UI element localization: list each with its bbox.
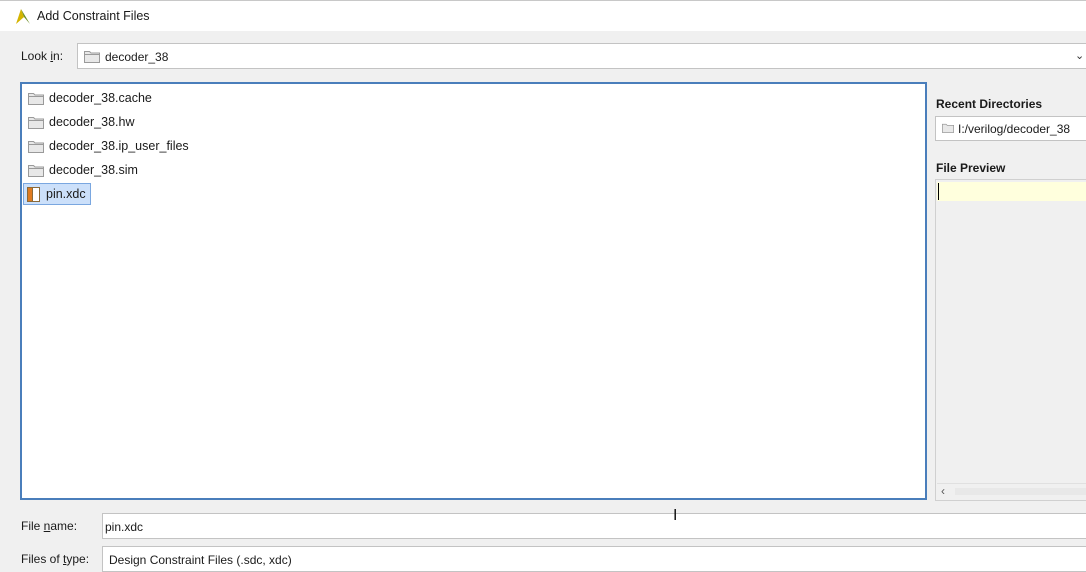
- list-item-label: decoder_38.cache: [49, 91, 152, 105]
- list-item-decoder-38-cache[interactable]: decoder_38.cache: [25, 87, 156, 109]
- folder-icon: [84, 51, 100, 63]
- folder-icon: [28, 164, 44, 177]
- chevron-down-icon[interactable]: ⌄: [1075, 49, 1084, 62]
- folder-icon: [28, 116, 44, 129]
- files-of-type-label: Files of type:: [21, 552, 90, 566]
- list-item-label: decoder_38.ip_user_files: [49, 139, 189, 153]
- scroll-left-icon[interactable]: ‹: [941, 484, 945, 498]
- list-item-decoder-38-sim[interactable]: decoder_38.sim: [25, 159, 142, 181]
- file-preview-pane[interactable]: ‹: [935, 179, 1086, 501]
- folder-icon: [942, 123, 954, 133]
- file-preview-title: File Preview: [936, 161, 1006, 175]
- list-item-label: decoder_38.hw: [49, 115, 135, 129]
- look-in-value: decoder_38: [105, 50, 169, 64]
- vivado-logo-icon: [16, 9, 30, 24]
- recent-directories-title: Recent Directories: [936, 97, 1043, 111]
- file-list[interactable]: decoder_38.cache decoder_38.hw decoder_3…: [20, 82, 927, 500]
- folder-icon: [28, 140, 44, 153]
- xdc-file-icon: [27, 186, 40, 202]
- text-caret: [938, 183, 939, 200]
- list-item-pin-xdc[interactable]: pin.xdc: [23, 183, 91, 205]
- files-of-type-value: Design Constraint Files (.sdc, xdc): [109, 553, 292, 567]
- look-in-label: Look in:: [21, 49, 64, 63]
- files-of-type-dropdown[interactable]: Design Constraint Files (.sdc, xdc): [102, 546, 1086, 572]
- file-name-label: File name:: [21, 519, 78, 533]
- preview-current-line: [937, 182, 1086, 201]
- list-item-label: decoder_38.sim: [49, 163, 138, 177]
- list-item-decoder-38-hw[interactable]: decoder_38.hw: [25, 111, 138, 133]
- horizontal-scrollbar[interactable]: ‹: [937, 483, 1086, 499]
- file-name-value: pin.xdc: [105, 520, 144, 534]
- text-cursor-icon: I: [673, 506, 678, 524]
- list-item-decoder-38-ip-user-files[interactable]: decoder_38.ip_user_files: [25, 135, 193, 157]
- scrollbar-thumb[interactable]: [955, 488, 1086, 495]
- window-title: Add Constraint Files: [37, 9, 150, 23]
- recent-directory-value: I:/verilog/decoder_38: [958, 122, 1071, 136]
- recent-directories-dropdown[interactable]: I:/verilog/decoder_38: [935, 116, 1086, 141]
- file-name-field[interactable]: pin.xdc: [102, 513, 1086, 539]
- title-bar: Add Constraint Files: [0, 0, 1086, 31]
- list-item-label: pin.xdc: [46, 187, 86, 201]
- look-in-dropdown[interactable]: decoder_38 ⌄: [77, 43, 1086, 69]
- folder-icon: [28, 92, 44, 105]
